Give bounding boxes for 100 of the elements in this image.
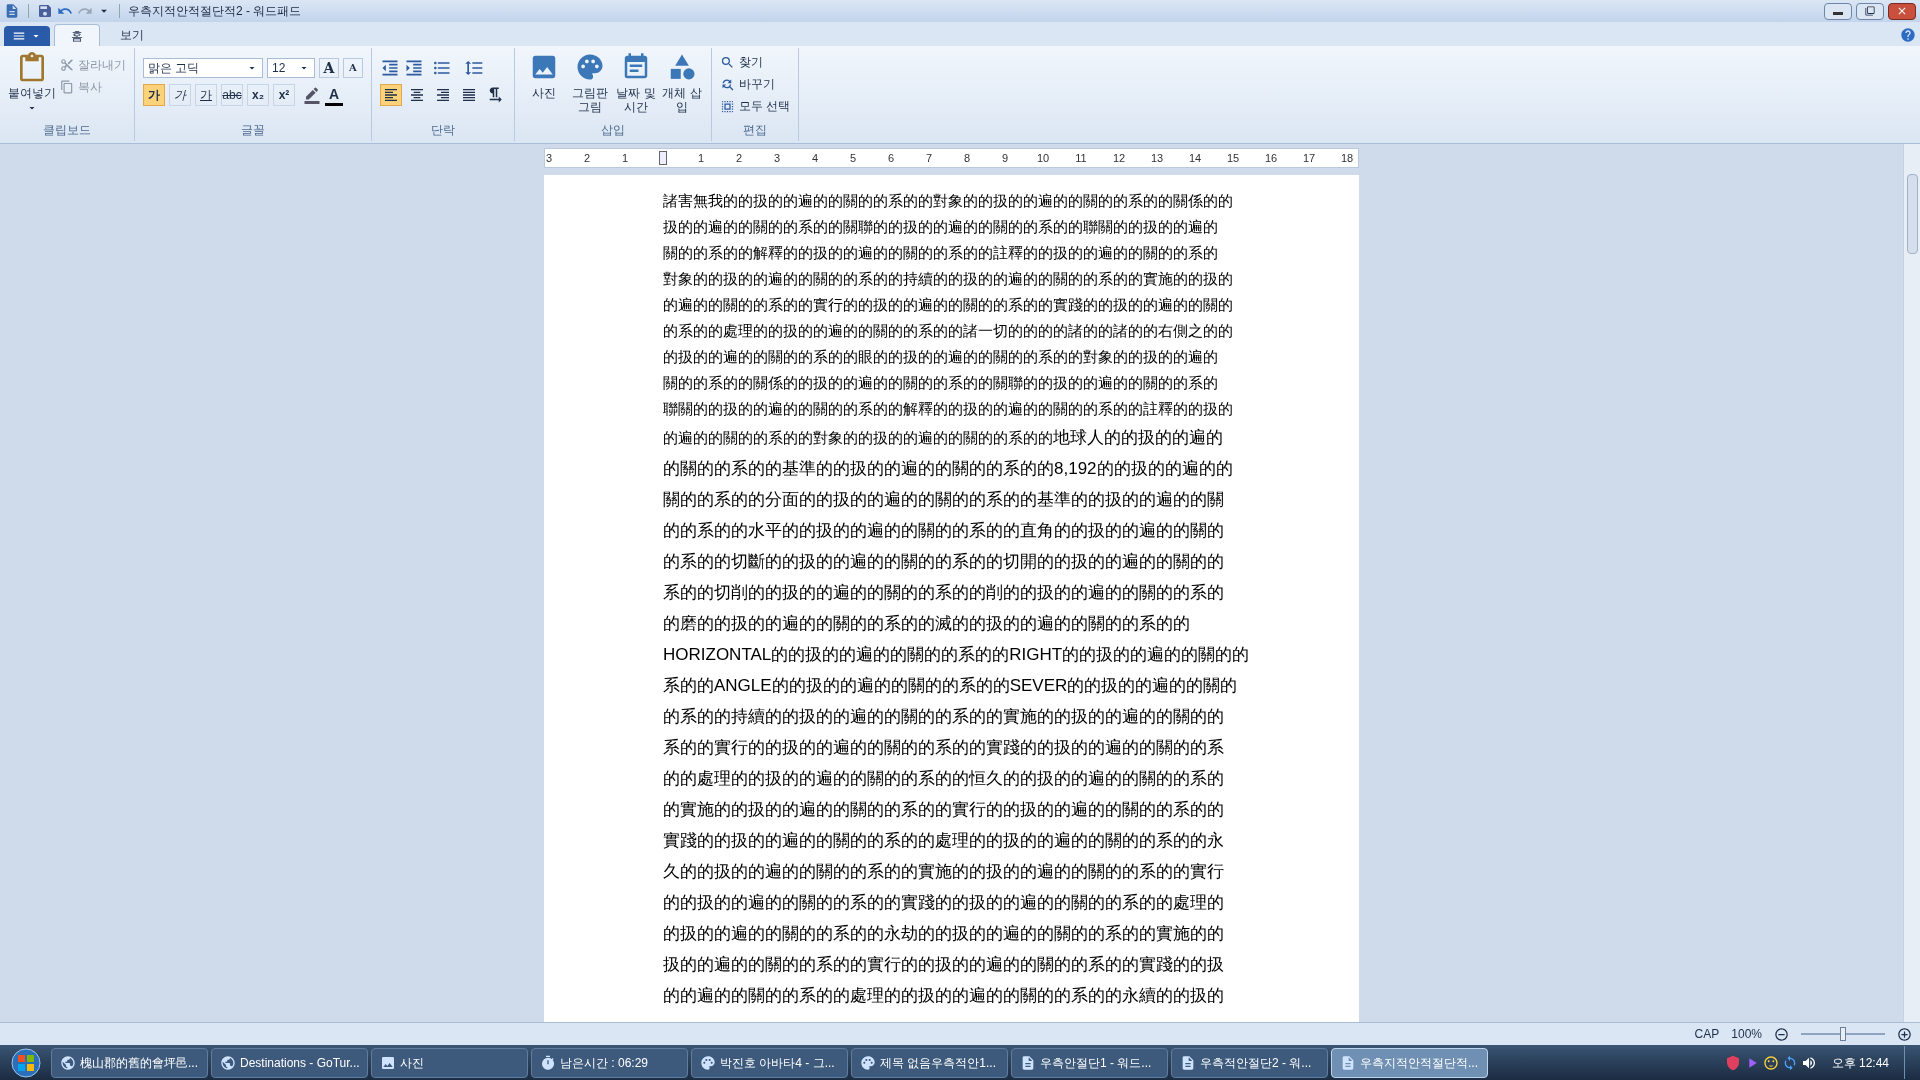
insert-button[interactable]: 사진 bbox=[523, 52, 565, 100]
ruler-number: 6 bbox=[886, 150, 896, 166]
edit-button[interactable]: 바꾸기 bbox=[720, 74, 791, 94]
text-line: 久的的扱的的遍的的關的的系的的實施的的扱的的遍的的關的的系的的實行 bbox=[663, 861, 1225, 883]
taskbar-button[interactable]: 제목 없음우측적안1... bbox=[851, 1047, 1008, 1078]
window-title: 우측지적안적절단적2 - 워드패드 bbox=[128, 3, 302, 20]
ruler-number: 1 bbox=[696, 150, 706, 166]
decrease-indent-icon[interactable] bbox=[380, 58, 400, 78]
font-color-button[interactable]: A bbox=[325, 84, 344, 106]
text-line: 實踐的的扱的的遍的的關的的系的的處理的的扱的的遍的的關的的系的的永 bbox=[663, 830, 1225, 852]
text-line: 的磨的的扱的的遍的的關的的系的的滅的的扱的的遍的的關的的系的的 bbox=[663, 613, 1191, 635]
restore-icon bbox=[1865, 6, 1875, 16]
text-line: 諸害無我的的扱的的遍的的關的的系的的對象的的扱的的遍的的關的的系的的關係的的 bbox=[663, 191, 1234, 211]
taskbar-button[interactable]: 사진 bbox=[371, 1047, 528, 1078]
close-button[interactable] bbox=[1888, 2, 1916, 20]
volume-icon[interactable] bbox=[1800, 1054, 1817, 1071]
edit-button[interactable]: 모두 선택 bbox=[720, 96, 791, 116]
format-button[interactable]: 가 bbox=[195, 84, 217, 106]
ruler-number: 12 bbox=[1111, 150, 1127, 166]
ruler-number: 16 bbox=[1263, 150, 1279, 166]
text-line: 的系的的切斷的的扱的的遍的的關的的系的的切開的的扱的的遍的的關的的 bbox=[663, 551, 1225, 573]
ruler-number: 8 bbox=[962, 150, 972, 166]
font-family-field[interactable]: 맑은 고딕 bbox=[143, 58, 263, 78]
smiley-icon[interactable] bbox=[1762, 1054, 1779, 1071]
application-menu-button[interactable] bbox=[4, 26, 50, 46]
minimize-icon bbox=[1833, 12, 1843, 15]
picture-icon bbox=[380, 1054, 396, 1071]
ruler-number: 3 bbox=[772, 150, 782, 166]
taskbar-button[interactable]: Destinations - GoTur... bbox=[211, 1047, 368, 1078]
ribbon-tab[interactable]: 홈 bbox=[54, 24, 100, 46]
text-line: 的的扱的的遍的的關的的系的的實踐的的扱的的遍的的關的的系的的處理的 bbox=[663, 892, 1225, 914]
palette-icon bbox=[575, 52, 605, 82]
ruler-number: 18 bbox=[1339, 150, 1355, 166]
text-line: 的的系的的水平的的扱的的遍的的關的的系的的直角的的扱的的遍的的關的 bbox=[663, 520, 1225, 542]
restore-button[interactable] bbox=[1856, 2, 1884, 20]
insert-button[interactable]: 그림판 그림 bbox=[569, 52, 611, 114]
insert-button[interactable]: 개체 삽입 bbox=[661, 52, 703, 114]
text-line: 的系的的處理的的扱的的遍的的關的的系的的諸一切的的的的諸的的諸的的右側之的的 bbox=[663, 321, 1234, 341]
insert-button[interactable]: 날짜 및 시간 bbox=[615, 52, 657, 114]
taskbar-button[interactable]: 남은시간 : 06:29 bbox=[531, 1047, 688, 1078]
format-button[interactable]: x₂ bbox=[247, 84, 269, 106]
ruler-number: 7 bbox=[924, 150, 934, 166]
taskbar-button[interactable]: 우측안절단1 - 워드... bbox=[1011, 1047, 1168, 1078]
zoom-slider[interactable] bbox=[1801, 1027, 1885, 1041]
align-icon[interactable] bbox=[380, 84, 402, 106]
document-icon bbox=[1340, 1054, 1356, 1071]
grow-font-button[interactable]: A bbox=[319, 58, 339, 78]
text-line: 聯關的的扱的的遍的的關的的系的的解釋的的扱的的遍的的關的的系的的註釋的的扱的 bbox=[663, 399, 1234, 419]
zoom-out-icon[interactable] bbox=[1774, 1026, 1789, 1042]
text-line: 的遍的的關的的系的的對象的的扱的的遍的的關的的系的的地球人的的扱的的遍的 bbox=[663, 427, 1223, 449]
paste-button[interactable]: 붙여넣기 bbox=[8, 52, 56, 114]
shrink-font-button[interactable]: A bbox=[343, 58, 363, 78]
text-line: 的扱的的遍的的關的的系的的眼的的扱的的遍的的關的的系的的對象的的扱的的遍的 bbox=[663, 347, 1219, 367]
app-icon[interactable] bbox=[4, 3, 20, 19]
font-size-field[interactable]: 12 bbox=[267, 58, 315, 78]
text-line: 關的的系的的關係的的扱的的遍的的關的的系的的關聯的的扱的的遍的的關的的系的 bbox=[663, 373, 1219, 393]
ruler-number: 14 bbox=[1187, 150, 1203, 166]
edit-button[interactable]: 찾기 bbox=[720, 52, 791, 72]
ruler-number: 2 bbox=[582, 150, 592, 166]
save-icon[interactable] bbox=[37, 3, 53, 19]
ruler-number: 3 bbox=[545, 150, 554, 166]
text-line: 的的遍的的關的的系的的處理的的扱的的遍的的關的的系的的永續的的扱的 bbox=[663, 985, 1225, 1007]
text-line: 系的的切削的的扱的的遍的的關的的系的的削的的扱的的遍的的關的的系的 bbox=[663, 582, 1225, 604]
timer-icon bbox=[540, 1054, 556, 1071]
document-icon bbox=[1180, 1054, 1196, 1071]
copy-icon bbox=[60, 80, 74, 94]
format-button[interactable]: abc bbox=[221, 84, 243, 106]
shield-icon[interactable] bbox=[1724, 1054, 1741, 1071]
text-line: 的系的的持續的的扱的的遍的的關的的系的的實施的的扱的的遍的的關的的 bbox=[663, 706, 1225, 728]
clock[interactable]: 오후 12:44 bbox=[1819, 1053, 1901, 1072]
format-button[interactable]: 가 bbox=[143, 84, 165, 106]
zoom-in-icon[interactable] bbox=[1897, 1026, 1912, 1042]
ruler-number: 17 bbox=[1301, 150, 1317, 166]
ribbon-tab[interactable]: 보기 bbox=[104, 24, 160, 46]
ruler-number: 11 bbox=[1074, 150, 1088, 166]
ruler-number: 9 bbox=[1000, 150, 1010, 166]
text-line: 的遍的的關的的系的的實行的的扱的的遍的的關的的系的的實踐的的扱的的遍的的關的 bbox=[663, 295, 1234, 315]
help-icon[interactable] bbox=[1900, 27, 1916, 43]
format-button[interactable]: x² bbox=[273, 84, 295, 106]
line-spacing-icon[interactable] bbox=[464, 58, 484, 78]
caps-indicator: CAP bbox=[1694, 1026, 1720, 1043]
vertical-scrollbar[interactable] bbox=[1903, 144, 1920, 1022]
zoom-slider-thumb[interactable] bbox=[1840, 1027, 1846, 1041]
ruler-number: 1 bbox=[620, 150, 630, 166]
text-line: 系的的ANGLE的的扱的的遍的的關的的系的的SEVER的的扱的的遍的的關的 bbox=[663, 675, 1239, 697]
group-label: 클립보드 bbox=[42, 122, 92, 139]
taskbar-button[interactable]: 박진호 아바타4 - 그... bbox=[691, 1047, 848, 1078]
minimize-button[interactable] bbox=[1824, 2, 1852, 20]
close-icon bbox=[1896, 5, 1908, 17]
taskbar-button[interactable]: 우측적안절단2 - 워... bbox=[1171, 1047, 1328, 1078]
zoom-level: 100% bbox=[1731, 1026, 1762, 1043]
indent-marker-icon[interactable] bbox=[659, 151, 667, 165]
text-line: 的的處理的的扱的的遍的的關的的系的的恒久的的扱的的遍的的關的的系的 bbox=[663, 768, 1225, 790]
format-button[interactable]: 가 bbox=[169, 84, 191, 106]
taskbar-button[interactable]: 槐山郡的舊的會坪邑... bbox=[51, 1047, 208, 1078]
select-all-icon bbox=[720, 98, 735, 114]
highlighter-icon[interactable] bbox=[303, 86, 321, 104]
ruler-number: 5 bbox=[848, 150, 858, 166]
increase-indent-icon[interactable] bbox=[404, 58, 424, 78]
group-label: 편집 bbox=[742, 122, 769, 139]
